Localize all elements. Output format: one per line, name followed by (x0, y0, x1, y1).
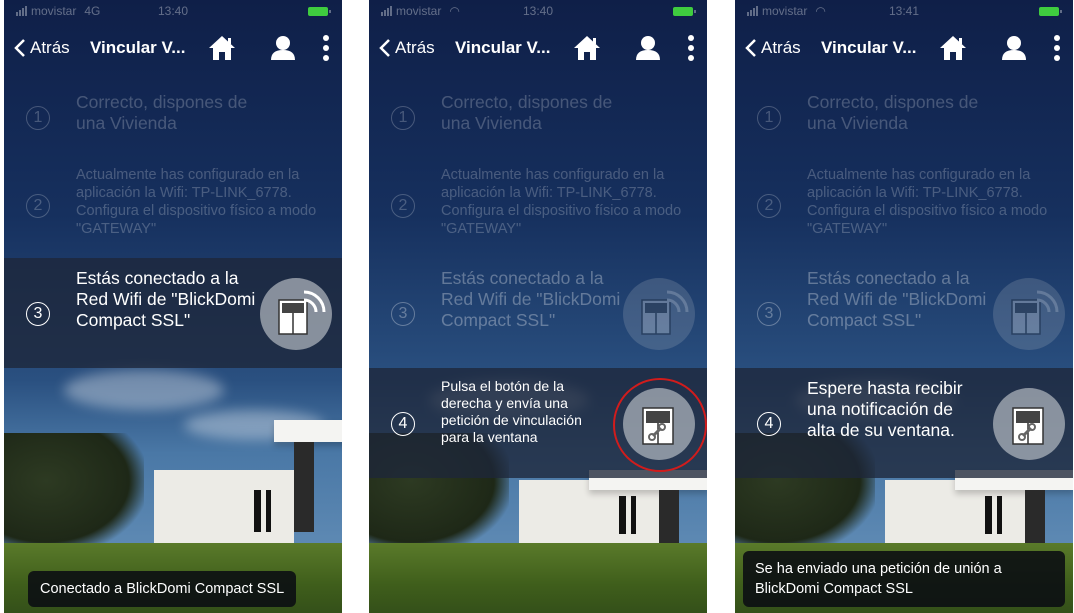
step-number: 1 (391, 106, 415, 130)
step-3: 3 Estás conectado a la Red Wifi de "Blic… (4, 258, 342, 368)
nav-bar: Atrás Vincular V... (4, 28, 342, 68)
chevron-left-icon (379, 39, 390, 57)
back-label: Atrás (761, 38, 801, 57)
step-text: Espere hasta recibir una notificación de… (807, 378, 963, 440)
step-number: 4 (391, 412, 415, 436)
step-text: Correcto, dispones de una Vivienda (807, 92, 979, 133)
device-button[interactable] (260, 278, 332, 350)
window-wifi-icon (278, 290, 326, 335)
step-text: Estás conectado a la Red Wifi de "BlickD… (76, 268, 256, 330)
link-window-button[interactable] (993, 388, 1065, 460)
screen-3: movistar ◠ 13:41 Atrás Vincular V... 1 C… (735, 0, 1073, 613)
window-wifi-icon (1011, 290, 1059, 335)
step-text: Actualmente has configurado en la aplica… (807, 167, 1048, 237)
step-number: 2 (757, 194, 781, 218)
more-vertical-icon[interactable] (1053, 34, 1061, 62)
step-number: 3 (26, 302, 50, 326)
page-title: Vincular V... (90, 38, 186, 57)
window-wifi-icon (641, 290, 689, 335)
step-text: Pulsa el botón de la derecha y envía una… (441, 378, 582, 445)
back-button[interactable]: Atrás (745, 38, 801, 58)
home-icon[interactable] (939, 35, 967, 61)
page-title: Vincular V... (821, 38, 917, 57)
more-vertical-icon[interactable] (687, 34, 695, 62)
step-number: 3 (757, 302, 781, 326)
window-link-icon (1012, 407, 1044, 445)
chevron-left-icon (745, 39, 756, 57)
screen-2: movistar ◠ 13:40 Atrás Vincular V... 1 C… (369, 0, 707, 613)
step-2: 2 Actualmente has configurado en la apli… (735, 166, 1073, 246)
user-icon[interactable] (1001, 35, 1027, 61)
status-time: 13:41 (888, 4, 920, 18)
status-bar: movistar 4G 13:40 (4, 0, 342, 22)
back-label: Atrás (395, 38, 435, 57)
nav-bar: Atrás Vincular V... (735, 28, 1073, 68)
chevron-left-icon (14, 39, 25, 57)
status-bar: movistar ◠ 13:40 (369, 0, 707, 22)
step-number: 2 (391, 194, 415, 218)
step-4: 4 Espere hasta recibir una notificación … (735, 368, 1073, 478)
step-text: Correcto, dispones de una Vivienda (441, 92, 613, 133)
battery-icon (1039, 7, 1062, 16)
step-number: 1 (26, 106, 50, 130)
step-text: Correcto, dispones de una Vivienda (76, 92, 248, 133)
back-button[interactable]: Atrás (14, 38, 70, 58)
back-button[interactable]: Atrás (379, 38, 435, 58)
home-icon[interactable] (208, 35, 236, 61)
step-text: Actualmente has configurado en la aplica… (441, 167, 682, 237)
step-text: Estás conectado a la Red Wifi de "BlickD… (441, 268, 621, 330)
step-text: Actualmente has configurado en la aplica… (76, 167, 317, 237)
step-2: 2 Actualmente has configurado en la apli… (369, 166, 707, 246)
user-icon[interactable] (635, 35, 661, 61)
battery-icon (308, 7, 331, 16)
step-2: 2 Actualmente has configurado en la apli… (4, 166, 342, 246)
highlight-ring (613, 378, 707, 472)
page-title: Vincular V... (455, 38, 551, 57)
status-bar: movistar ◠ 13:41 (735, 0, 1073, 22)
step-number: 3 (391, 302, 415, 326)
device-icon (993, 278, 1065, 350)
toast-message: Se ha enviado una petición de unión a Bl… (743, 551, 1065, 607)
step-3: 3 Estás conectado a la Red Wifi de "Blic… (735, 258, 1073, 368)
screen-1: movistar 4G 13:40 Atrás Vincular V... 1 … (4, 0, 342, 613)
toast-message: Conectado a BlickDomi Compact SSL (28, 571, 297, 607)
step-1: 1 Correcto, dispones de una Vivienda (4, 92, 342, 152)
more-vertical-icon[interactable] (322, 34, 330, 62)
step-4: 4 Pulsa el botón de la derecha y envía u… (369, 368, 707, 478)
home-icon[interactable] (573, 35, 601, 61)
device-icon (623, 278, 695, 350)
step-text: Estás conectado a la Red Wifi de "BlickD… (807, 268, 987, 330)
step-number: 2 (26, 194, 50, 218)
user-icon[interactable] (270, 35, 296, 61)
back-label: Atrás (30, 38, 70, 57)
nav-bar: Atrás Vincular V... (369, 28, 707, 68)
status-time: 13:40 (157, 4, 189, 18)
step-1: 1 Correcto, dispones de una Vivienda (735, 92, 1073, 152)
step-3: 3 Estás conectado a la Red Wifi de "Blic… (369, 258, 707, 368)
battery-icon (673, 7, 696, 16)
step-1: 1 Correcto, dispones de una Vivienda (369, 92, 707, 152)
status-time: 13:40 (522, 4, 554, 18)
step-number: 1 (757, 106, 781, 130)
step-number: 4 (757, 412, 781, 436)
